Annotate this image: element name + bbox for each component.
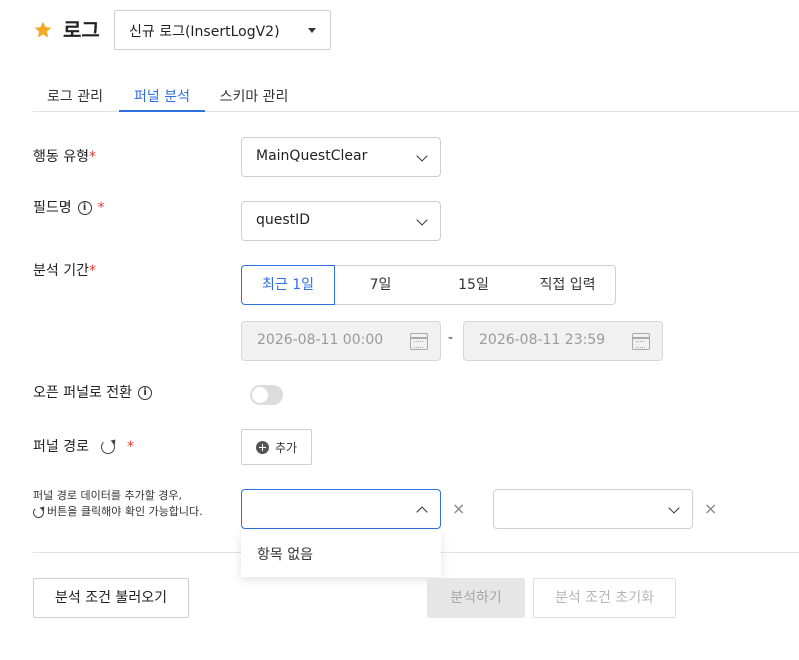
period-option-7days[interactable]: 7일 [334,265,428,305]
log-version-value: 신규 로그(InsertLogV2) [129,24,280,40]
action-type-value: MainQuestClear [256,148,368,164]
plus-circle-icon [255,440,269,454]
chevron-up-icon [416,506,428,518]
remove-step-2-icon[interactable]: × [704,501,717,517]
field-name-label: 필드명 i * [33,200,105,216]
end-date-input[interactable]: 2026-08-11 23:59 [463,321,663,361]
dropdown-empty-item: 항목 없음 [257,547,313,563]
funnel-step-2-select[interactable] [493,489,693,529]
calendar-icon [410,333,428,350]
chevron-down-icon [416,150,428,162]
start-date-input[interactable]: 2026-08-11 00:00 [241,321,441,361]
remove-step-1-icon[interactable]: × [452,501,465,517]
open-funnel-label: 오픈 퍼널로 전환 i [33,383,153,403]
field-name-value: questID [256,212,311,228]
calendar-icon [632,333,650,350]
refresh-icon [33,506,44,518]
chevron-down-icon [416,214,428,226]
tab-log-management[interactable]: 로그 관리 [33,87,117,112]
reset-conditions-button[interactable]: 분석 조건 초기화 [533,578,676,618]
toggle-knob [252,387,268,403]
refresh-icon[interactable] [100,440,115,454]
star-icon[interactable] [33,20,53,40]
action-type-select[interactable]: MainQuestClear [241,137,441,177]
tab-funnel-analysis[interactable]: 퍼널 분석 [119,87,205,112]
action-type-label: 행동 유형* [33,149,96,165]
log-version-select[interactable]: 신규 로그(InsertLogV2) [114,10,331,50]
funnel-help-text: 퍼널 경로 데이터를 추가할 경우, 버튼을 클릭해야 확인 가능합니다. [33,489,203,518]
info-icon[interactable]: i [138,386,153,400]
info-icon[interactable]: i [77,201,92,215]
end-date-value: 2026-08-11 23:59 [479,332,606,348]
field-name-select[interactable]: questID [241,201,441,241]
period-label: 분석 기간* [33,263,96,279]
period-option-1day[interactable]: 최근 1일 [241,265,335,305]
open-funnel-toggle[interactable] [250,385,283,405]
caret-down-icon [308,28,316,33]
funnel-step-1-dropdown: 항목 없음 [241,530,441,577]
funnel-step-1-select[interactable] [241,489,441,529]
period-option-custom[interactable]: 직접 입력 [520,265,616,305]
period-option-15days[interactable]: 15일 [427,265,521,305]
analyze-button[interactable]: 분석하기 [427,578,525,618]
chevron-down-icon [668,502,680,514]
page-title: 로그 [63,18,100,42]
start-date-value: 2026-08-11 00:00 [257,332,384,348]
tab-schema-management[interactable]: 스키마 관리 [207,87,301,112]
date-separator: - [448,330,454,346]
add-step-button[interactable]: 추가 [241,429,312,465]
funnel-path-label: 퍼널 경로 * [33,439,134,455]
load-conditions-button[interactable]: 분석 조건 불러오기 [33,578,189,618]
